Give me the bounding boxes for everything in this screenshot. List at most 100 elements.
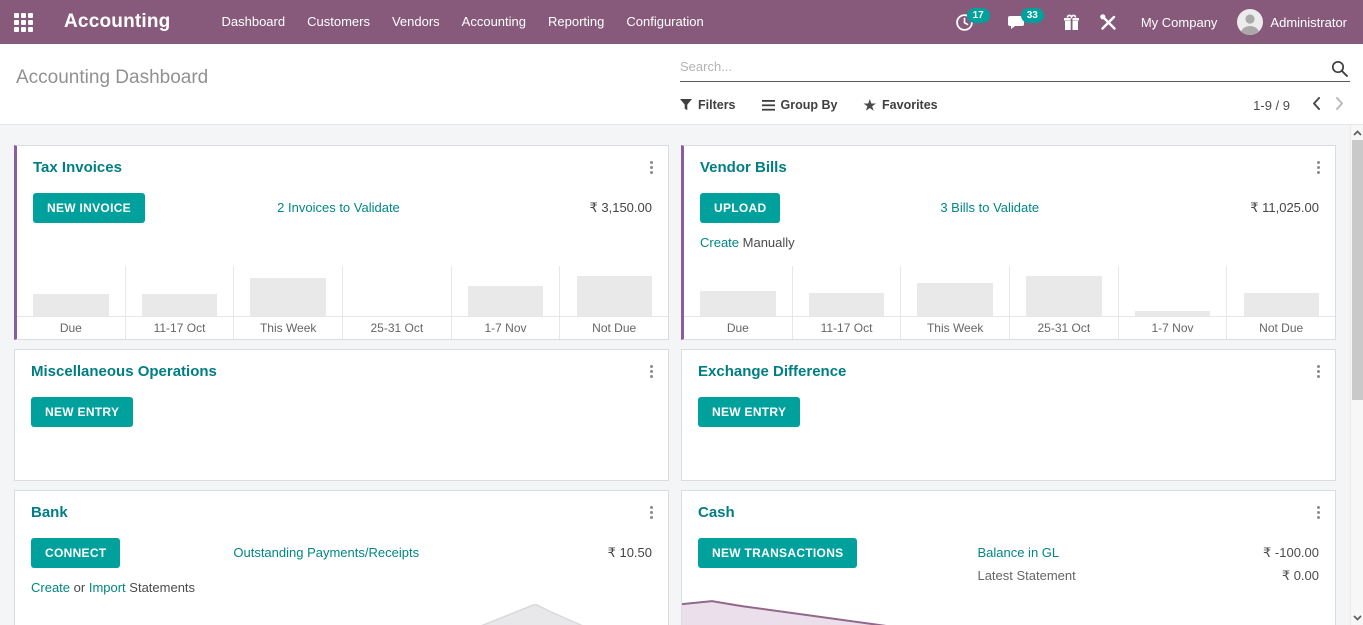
graph-column-due[interactable]: Due: [17, 266, 125, 339]
new-invoice-button[interactable]: NEW INVOICE: [33, 193, 145, 223]
new-transactions-button[interactable]: NEW TRANSACTIONS: [698, 538, 857, 568]
graph-column-this-week[interactable]: This Week: [233, 266, 342, 339]
card-tax-invoices: Tax Invoices NEW INVOICE 2 Invoices to V…: [14, 145, 669, 340]
import-statement-link[interactable]: Import: [89, 580, 126, 595]
nav-item-accounting[interactable]: Accounting: [451, 0, 537, 44]
search-icon[interactable]: [1331, 60, 1348, 77]
kebab-menu-icon[interactable]: [647, 158, 656, 177]
upload-button[interactable]: UPLOAD: [700, 193, 780, 223]
user-menu[interactable]: Administrator: [1233, 9, 1351, 35]
bank-line-chart-preview: [15, 604, 668, 625]
chevron-down-icon: [1353, 615, 1362, 621]
top-navbar: Accounting Dashboard Customers Vendors A…: [0, 0, 1363, 44]
apps-menu-button[interactable]: [0, 0, 46, 44]
create-statement-link[interactable]: Create: [31, 580, 70, 595]
graph-column-not-due[interactable]: Not Due: [559, 266, 668, 339]
app-title[interactable]: Accounting: [64, 11, 171, 33]
graph-column-25-31-oct[interactable]: 25-31 Oct: [1009, 266, 1118, 339]
tools-button[interactable]: [1092, 9, 1125, 36]
card-miscellaneous-operations: Miscellaneous Operations NEW ENTRY: [14, 349, 669, 481]
apps-grid-icon: [14, 13, 33, 32]
card-cash: Cash NEW TRANSACTIONS Balance in GL ₹ -1…: [681, 490, 1336, 625]
nav-item-customers[interactable]: Customers: [296, 0, 381, 44]
messages-button[interactable]: 33: [1001, 9, 1051, 36]
nav-item-reporting[interactable]: Reporting: [537, 0, 615, 44]
create-manually-link[interactable]: Create: [700, 235, 739, 250]
activity-count-badge: 17: [967, 8, 990, 23]
new-entry-button[interactable]: NEW ENTRY: [31, 397, 133, 427]
scroll-down-button[interactable]: [1351, 610, 1363, 625]
nav-item-vendors[interactable]: Vendors: [381, 0, 451, 44]
balance-in-gl-link[interactable]: Balance in GL: [977, 545, 1059, 561]
gift-icon: [1062, 13, 1081, 32]
group-by-button[interactable]: Group By: [762, 98, 838, 112]
company-switcher[interactable]: My Company: [1129, 15, 1230, 30]
main-menu: Dashboard Customers Vendors Accounting R…: [211, 0, 715, 44]
pager: 1-9 / 9: [1253, 95, 1350, 115]
kebab-menu-icon[interactable]: [1314, 503, 1323, 522]
nav-item-configuration[interactable]: Configuration: [615, 0, 714, 44]
invoices-to-validate-link[interactable]: 2 Invoices to Validate: [277, 200, 400, 215]
latest-statement-row: Latest Statement ₹ 0.00: [977, 568, 1319, 584]
balance-amount: ₹ -100.00: [1263, 545, 1319, 561]
pager-previous-button[interactable]: [1306, 95, 1326, 115]
filters-button[interactable]: Filters: [680, 98, 736, 112]
kebab-menu-icon[interactable]: [1314, 362, 1323, 381]
bills-to-validate-link[interactable]: 3 Bills to Validate: [940, 200, 1039, 215]
systray: 17 33 My Company Administrator: [948, 9, 1351, 36]
filter-funnel-icon: [680, 99, 692, 111]
tools-icon: [1099, 13, 1118, 32]
amount-to-validate: ₹ 11,025.00: [1199, 193, 1319, 216]
graph-column-1-7-nov[interactable]: 1-7 Nov: [1118, 266, 1227, 339]
search-bar: [680, 56, 1350, 82]
card-title[interactable]: Bank: [31, 504, 652, 521]
vertical-scrollbar: [1350, 125, 1363, 625]
search-options: Filters Group By ★ Favorites 1-9 / 9: [680, 95, 1350, 115]
cash-line-chart-preview: [682, 597, 1335, 625]
nav-item-dashboard[interactable]: Dashboard: [211, 0, 297, 44]
graph-column-11-17-oct[interactable]: 11-17 Oct: [792, 266, 901, 339]
control-panel: Accounting Dashboard Filters Group By ★ …: [0, 44, 1363, 125]
kebab-menu-icon[interactable]: [647, 503, 656, 522]
user-name: Administrator: [1270, 15, 1347, 30]
activities-button[interactable]: 17: [948, 9, 997, 36]
gift-button[interactable]: [1055, 9, 1088, 36]
card-title[interactable]: Vendor Bills: [700, 159, 1319, 176]
group-by-icon: [762, 100, 775, 111]
outstanding-amount: ₹ 10.50: [532, 538, 652, 561]
vendor-bills-graph: Due 11-17 Oct This Week 25-31 Oct 1-7 No…: [684, 266, 1335, 339]
card-title[interactable]: Cash: [698, 504, 1319, 521]
chevron-up-icon: [1353, 130, 1362, 136]
scroll-up-button[interactable]: [1351, 125, 1363, 140]
tax-invoices-graph: Due 11-17 Oct This Week 25-31 Oct 1-7 No…: [17, 266, 668, 339]
outstanding-payments-link[interactable]: Outstanding Payments/Receipts: [233, 545, 419, 560]
card-title[interactable]: Tax Invoices: [33, 159, 652, 176]
pager-range: 1-9 / 9: [1253, 98, 1290, 113]
avatar: [1237, 9, 1263, 35]
card-title[interactable]: Miscellaneous Operations: [31, 363, 652, 380]
card-title[interactable]: Exchange Difference: [698, 363, 1319, 380]
search-input[interactable]: [680, 56, 1326, 77]
graph-column-due[interactable]: Due: [684, 266, 792, 339]
scrollbar-thumb[interactable]: [1352, 140, 1363, 400]
pager-next-button[interactable]: [1330, 95, 1350, 115]
kebab-menu-icon[interactable]: [647, 362, 656, 381]
balance-row: Balance in GL ₹ -100.00: [977, 545, 1319, 561]
graph-column-25-31-oct[interactable]: 25-31 Oct: [342, 266, 451, 339]
connect-button[interactable]: CONNECT: [31, 538, 120, 568]
graph-column-this-week[interactable]: This Week: [900, 266, 1009, 339]
graph-column-not-due[interactable]: Not Due: [1226, 266, 1335, 339]
dashboard-content: Tax Invoices NEW INVOICE 2 Invoices to V…: [0, 125, 1363, 625]
latest-statement-amount: ₹ 0.00: [1282, 568, 1319, 584]
kebab-menu-icon[interactable]: [1314, 158, 1323, 177]
new-entry-button[interactable]: NEW ENTRY: [698, 397, 800, 427]
latest-statement-label: Latest Statement: [977, 568, 1075, 584]
card-exchange-difference: Exchange Difference NEW ENTRY: [681, 349, 1336, 481]
message-count-badge: 33: [1021, 8, 1044, 23]
chevron-left-icon: [1312, 97, 1320, 110]
graph-column-11-17-oct[interactable]: 11-17 Oct: [125, 266, 234, 339]
card-bank: Bank CONNECT Outstanding Payments/Receip…: [14, 490, 669, 625]
favorites-button[interactable]: ★ Favorites: [863, 98, 937, 112]
graph-column-1-7-nov[interactable]: 1-7 Nov: [451, 266, 560, 339]
star-icon: ★: [863, 98, 876, 112]
